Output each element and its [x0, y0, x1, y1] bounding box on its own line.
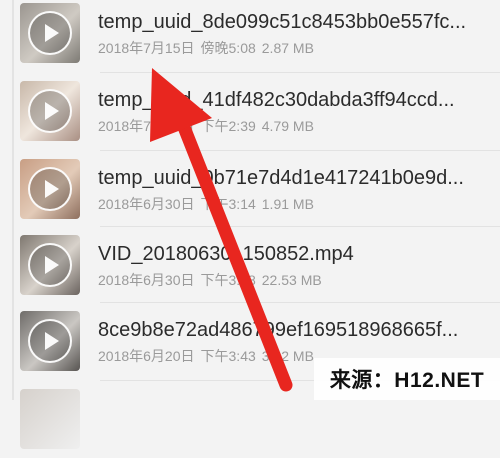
file-name: 8ce9b8e72ad486799ef169518968665f... [98, 319, 459, 341]
play-icon [28, 167, 72, 211]
list-edge [12, 0, 14, 400]
file-name: temp_uuid_0b71e7d4d1e417241b0e9d... [98, 167, 464, 189]
video-thumbnail [20, 81, 80, 141]
play-icon [28, 319, 72, 363]
file-name: temp_uuid_8de099c51c8453bb0e557fc... [98, 11, 467, 33]
list-item[interactable]: temp_uuid_0b71e7d4d1e417241b0e9d... 2018… [20, 150, 500, 228]
file-list: temp_uuid_8de099c51c8453bb0e557fc... 201… [0, 0, 500, 449]
play-icon [28, 11, 72, 55]
video-thumbnail [20, 235, 80, 295]
video-thumbnail [20, 3, 80, 63]
play-icon [28, 89, 72, 133]
video-thumbnail [20, 311, 80, 371]
video-thumbnail [20, 389, 80, 449]
watermark: 来源：H12.NET [314, 358, 500, 400]
file-meta: 2018年7月15日 下午2:39 4.79 MB [98, 118, 314, 134]
file-meta: 2018年6月30日 下午3:14 1.91 MB [98, 196, 314, 212]
list-item[interactable]: VID_20180630_150852.mp4 2018年6月30日 下午3:08… [20, 226, 500, 304]
file-name: temp_uuid_41df482c30dabda3ff94ccd... [98, 89, 455, 111]
video-thumbnail [20, 159, 80, 219]
file-meta: 2018年7月15日 傍晚5:08 2.87 MB [98, 40, 314, 56]
list-item[interactable]: temp_uuid_8de099c51c8453bb0e557fc... 201… [20, 0, 500, 72]
file-name: VID_20180630_150852.mp4 [98, 243, 354, 265]
list-item[interactable]: temp_uuid_41df482c30dabda3ff94ccd... 201… [20, 72, 500, 150]
file-meta: 2018年6月30日 下午3:08 22.53 MB [98, 272, 322, 288]
play-icon [28, 243, 72, 287]
